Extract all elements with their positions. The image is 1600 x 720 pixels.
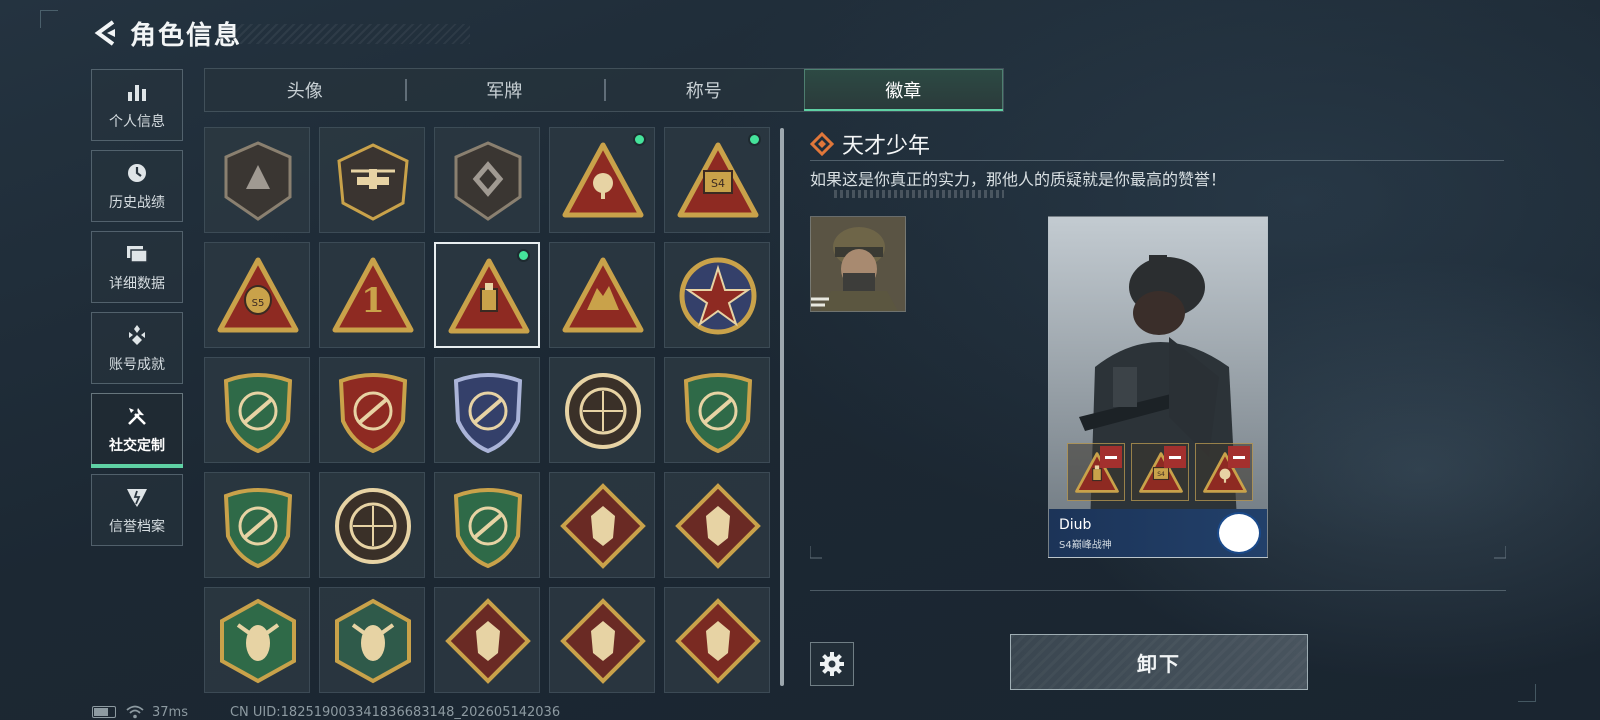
- badge-item[interactable]: [664, 472, 770, 578]
- badge-item[interactable]: [204, 127, 310, 233]
- corner-mark: [40, 10, 58, 28]
- player-avatar[interactable]: [810, 216, 906, 312]
- tab-avatar[interactable]: 头像: [205, 69, 405, 111]
- badge-item[interactable]: [664, 357, 770, 463]
- folders-icon: [124, 241, 150, 267]
- divider: [810, 590, 1506, 591]
- badge-item[interactable]: [664, 587, 770, 693]
- wifi-icon: [126, 705, 144, 719]
- badge-item[interactable]: [549, 472, 655, 578]
- page-title: 角色信息: [130, 20, 243, 51]
- badge-name: 天才少年: [842, 133, 931, 159]
- soldier-portrait-icon: [811, 217, 905, 311]
- clock-icon: [124, 160, 150, 186]
- remove-badge-button[interactable]: [1164, 446, 1186, 468]
- sidebar-item-personal-info[interactable]: 个人信息: [91, 69, 183, 141]
- badge-item[interactable]: [204, 357, 310, 463]
- gear-icon: [820, 652, 844, 676]
- badge-item[interactable]: [549, 357, 655, 463]
- svg-text:S4: S4: [1157, 471, 1165, 478]
- badge-item[interactable]: [434, 472, 540, 578]
- badge-detail-header: 天才少年: [810, 127, 1504, 161]
- status-bar: 37ms CN UID:18251900334183668​3148_20260…: [92, 704, 560, 720]
- equipped-badge-slots: S4: [1067, 443, 1253, 501]
- tab-dog-tag[interactable]: 军牌: [404, 69, 605, 111]
- player-name: Diub: [1059, 517, 1092, 533]
- badge-item[interactable]: S5: [204, 242, 310, 348]
- reputation-icon: [124, 484, 150, 510]
- equipped-badge-slot[interactable]: [1195, 443, 1253, 501]
- sidebar-item-label: 历史战绩: [109, 195, 165, 211]
- sidebar-item-label: 个人信息: [109, 114, 165, 130]
- badge-grid: S4 S5 1: [204, 127, 776, 693]
- badge-item[interactable]: [319, 472, 425, 578]
- svg-text:S4: S4: [711, 177, 725, 190]
- achievement-icon: [124, 322, 150, 348]
- sidebar-item-label: 详细数据: [109, 276, 165, 292]
- tools-icon: [124, 403, 150, 429]
- sidebar-item-label: 账号成就: [109, 357, 165, 373]
- badge-description: 如果这是你真正的实力，那他人的质疑就是你最高的赞誉！: [810, 170, 1227, 189]
- sidebar-item-achievements[interactable]: 账号成就: [91, 312, 183, 384]
- team-emblem-icon: [1217, 512, 1261, 554]
- tab-title[interactable]: 称号: [604, 69, 804, 111]
- svg-text:S5: S5: [252, 298, 265, 309]
- new-indicator-dot: [633, 133, 646, 146]
- description-decoration: [834, 190, 1004, 198]
- player-card-preview: S4 Diub S4巅峰战神: [1048, 216, 1268, 558]
- ping-value: 37ms: [152, 704, 188, 720]
- sidebar-item-social-custom[interactable]: 社交定制: [91, 393, 183, 468]
- badge-item[interactable]: [204, 472, 310, 578]
- back-button[interactable]: [90, 16, 124, 50]
- badge-grid-scrollbar[interactable]: [780, 128, 784, 686]
- sidebar: 个人信息 历史战绩 详细数据 账号成就 社交定制 信誉档案: [91, 69, 183, 555]
- new-indicator-dot: [517, 249, 530, 262]
- badge-item[interactable]: [549, 587, 655, 693]
- badge-item[interactable]: S4: [664, 127, 770, 233]
- sidebar-item-history[interactable]: 历史战绩: [91, 150, 183, 222]
- unequip-button[interactable]: 卸下: [1010, 634, 1308, 690]
- battery-icon: [92, 706, 116, 718]
- remove-badge-button[interactable]: [1100, 446, 1122, 468]
- back-arrow-icon: [94, 20, 115, 46]
- badge-item[interactable]: [204, 587, 310, 693]
- soldier-artwork-icon: [1049, 217, 1267, 557]
- tab-badge[interactable]: 徽章: [803, 69, 1003, 111]
- badge-item[interactable]: [549, 127, 655, 233]
- badge-item[interactable]: [434, 242, 540, 348]
- remove-badge-button[interactable]: [1228, 446, 1250, 468]
- page-header: 角色信息: [90, 14, 470, 52]
- diamond-rank-icon: [810, 131, 834, 156]
- tab-bar: 头像 军牌 称号 徽章: [204, 68, 1004, 112]
- badge-item[interactable]: [664, 242, 770, 348]
- sidebar-item-reputation[interactable]: 信誉档案: [91, 474, 183, 546]
- badge-item[interactable]: [319, 357, 425, 463]
- badge-item[interactable]: [434, 127, 540, 233]
- player-title: S4巅峰战神: [1059, 540, 1112, 551]
- sidebar-item-label: 信誉档案: [109, 519, 165, 535]
- bar-chart-icon: [124, 79, 150, 105]
- sidebar-item-detailed-data[interactable]: 详细数据: [91, 231, 183, 303]
- equipped-badge-slot[interactable]: S4: [1131, 443, 1189, 501]
- sidebar-item-label: 社交定制: [109, 438, 165, 454]
- badge-item[interactable]: [549, 242, 655, 348]
- equipped-badge-slot[interactable]: [1067, 443, 1125, 501]
- header-decoration: [225, 24, 470, 44]
- corner-mark: [1518, 684, 1536, 702]
- settings-button[interactable]: [810, 642, 854, 686]
- svg-text:1: 1: [361, 281, 385, 321]
- player-card-bar: Diub S4巅峰战神: [1049, 509, 1267, 557]
- badge-item[interactable]: [434, 357, 540, 463]
- badge-item[interactable]: [319, 127, 425, 233]
- new-indicator-dot: [748, 133, 761, 146]
- uid-text: CN UID:18251900334183668​3148_2026051420…: [229, 704, 561, 720]
- badge-item[interactable]: [434, 587, 540, 693]
- badge-item[interactable]: [319, 587, 425, 693]
- badge-item[interactable]: 1: [319, 242, 425, 348]
